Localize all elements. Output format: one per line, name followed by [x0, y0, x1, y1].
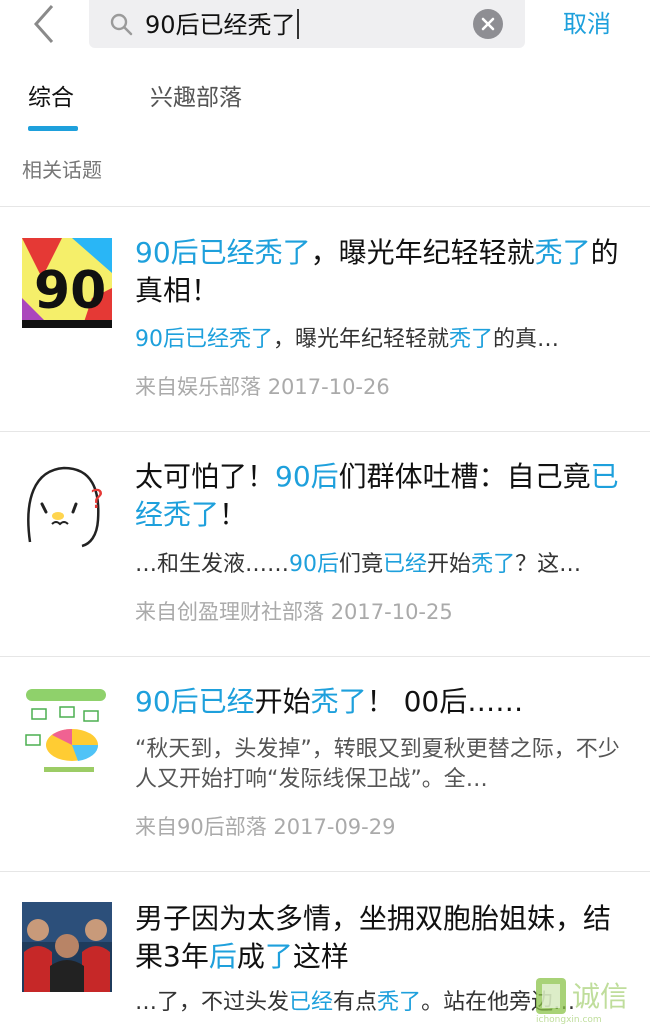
highlighted-keyword: 90后已经秃了: [135, 236, 311, 269]
text-segment: ？这…: [515, 552, 582, 577]
result-item[interactable]: 90后已经开始秃了！ 00后…… “秋天到，头发掉”，转眼又到夏秋更替之际，不少…: [0, 657, 650, 871]
result-snippet: …和生发液……90后们竟已经开始秃了？这…: [135, 550, 625, 580]
thumbnail-label: 90: [34, 261, 106, 321]
thumbnail: 90: [22, 238, 112, 328]
result-title[interactable]: 太可怕了！90后们群体吐槽：自己竟已经秃了！: [135, 458, 630, 534]
search-box[interactable]: 90后已经秃了: [89, 0, 525, 48]
text-segment: 开始: [427, 552, 472, 577]
text-segment: 们群体吐槽：自己竟: [338, 460, 591, 493]
text-segment: 男子因为太多情，坐拥双胞胎姐妹，结果3年: [135, 902, 612, 973]
result-meta: 来自创盈理财社部落 2017-10-25: [135, 597, 453, 627]
highlighted-keyword: 90后已经: [135, 685, 255, 718]
svg-text:?: ?: [90, 485, 104, 515]
tab-interest-tribes[interactable]: 兴趣部落: [150, 80, 242, 116]
text-segment: ！: [219, 498, 248, 531]
thumbnail: [22, 687, 112, 777]
highlighted-keyword: 秃了: [449, 327, 494, 352]
thumbnail-image: 90: [22, 238, 112, 328]
cancel-button[interactable]: 取消: [545, 8, 629, 40]
highlighted-keyword: 秃了: [310, 685, 367, 718]
result-source: 来自90后部落: [135, 815, 267, 839]
section-label: 相关话题: [22, 158, 102, 182]
result-title[interactable]: 90后已经秃了，曝光年纪轻轻就秃了的真相！: [135, 234, 630, 310]
text-segment: ！ 00后……: [366, 685, 524, 718]
text-segment: ，曝光年纪轻轻就: [310, 236, 535, 269]
photo-image: [22, 902, 112, 992]
result-date: 2017-09-29: [273, 815, 396, 839]
result-snippet: 90后已经秃了，曝光年纪轻轻就秃了的真…: [135, 325, 625, 355]
highlighted-keyword: 90后已经秃了: [135, 327, 273, 352]
text-segment: 的真…: [493, 327, 560, 352]
highlighted-keyword: 了: [264, 940, 293, 973]
watermark-logo: 诚信 ichongxin.com: [532, 972, 650, 1024]
text-segment: …了，不过头发: [135, 990, 290, 1015]
highlighted-keyword: 已经: [289, 990, 334, 1015]
highlighted-keyword: 秃了: [377, 990, 422, 1015]
result-date: 2017-10-25: [330, 600, 453, 624]
highlighted-keyword: 秃了: [534, 236, 591, 269]
result-snippet: “秋天到，头发掉”，转眼又到夏秋更替之际，不少人又开始打响“发际线保卫战”。全…: [135, 735, 625, 799]
highlighted-keyword: 后: [208, 940, 237, 973]
text-segment: 这样: [292, 940, 349, 973]
highlighted-keyword: 已经: [383, 552, 428, 577]
thumbnail: [22, 902, 112, 992]
result-source: 来自创盈理财社部落: [135, 600, 324, 624]
result-meta: 来自娱乐部落 2017-10-26: [135, 372, 390, 402]
watermark-text: 诚信: [572, 980, 628, 1013]
text-caret: [296, 9, 299, 39]
result-item[interactable]: ? 太可怕了！90后们群体吐槽：自己竟已经秃了！ …和生发液……90后们竟已经开…: [0, 432, 650, 656]
tab-comprehensive[interactable]: 综合: [28, 80, 74, 116]
result-meta: 来自90后部落 2017-09-29: [135, 812, 395, 842]
highlighted-keyword: 秃了: [471, 552, 516, 577]
top-bar: 90后已经秃了 取消: [0, 0, 650, 52]
result-source: 来自娱乐部落: [135, 375, 261, 399]
result-title[interactable]: 90后已经开始秃了！ 00后……: [135, 683, 630, 721]
text-segment: 成: [236, 940, 265, 973]
watermark-icon: 诚信 ichongxin.com: [536, 978, 628, 1024]
search-icon: [110, 13, 133, 36]
text-segment: 有点: [333, 990, 378, 1015]
meme-face-image: ?: [22, 460, 112, 550]
text-segment: ，曝光年纪轻轻就: [273, 327, 450, 352]
chevron-left-icon: [33, 5, 54, 43]
text-segment: 开始: [254, 685, 311, 718]
thumbnail: ?: [22, 460, 112, 550]
infographic-image: [22, 687, 112, 777]
back-button[interactable]: [22, 2, 66, 46]
tab-bar: 综合 兴趣部落: [0, 72, 650, 134]
highlighted-keyword: 90后: [289, 552, 340, 577]
search-input[interactable]: 90后已经秃了: [145, 9, 299, 40]
text-segment: 们竟: [339, 552, 384, 577]
text-segment: …和生发液……: [135, 552, 290, 577]
result-item[interactable]: 90 90后已经秃了，曝光年纪轻轻就秃了的真相！ 90后已经秃了，曝光年纪轻轻就…: [0, 207, 650, 431]
close-icon: [481, 17, 495, 31]
highlighted-keyword: 90后: [275, 460, 339, 493]
clear-search-button[interactable]: [473, 9, 503, 39]
result-title[interactable]: 男子因为太多情，坐拥双胞胎姐妹，结果3年后成了这样: [135, 900, 630, 976]
watermark-subtext: ichongxin.com: [536, 1015, 602, 1024]
text-segment: “秋天到，头发掉”，转眼又到夏秋更替之际，不少人又开始打响“发际线保卫战”。全…: [135, 737, 620, 792]
search-query: 90后已经秃了: [145, 11, 296, 39]
active-tab-indicator: [28, 126, 78, 131]
result-date: 2017-10-26: [267, 375, 390, 399]
text-segment: 太可怕了！: [135, 460, 276, 493]
